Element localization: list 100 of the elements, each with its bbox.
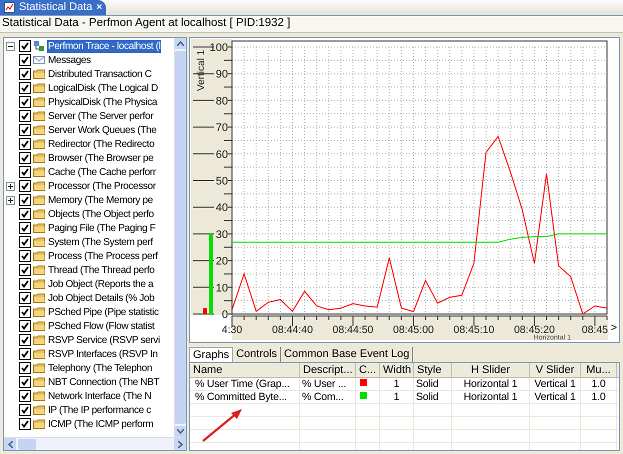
x-tick-label: 08:44:50 [332,324,374,336]
close-icon[interactable]: × [96,0,102,15]
folder-icon [33,390,45,402]
x-tick-label: 4:30 [222,324,242,336]
view-header: Statistical Data - Perfmon Agent at localhost [ PID:1932 ] [0,16,623,33]
tree-item[interactable]: Job Object Details (% Job [47,292,156,304]
checkbox[interactable] [19,348,31,360]
tree-item[interactable]: Objects (The Object perfo [47,208,155,220]
folder-icon [33,208,45,220]
folder-icon [33,376,45,388]
checkbox[interactable] [19,418,31,430]
table-cell: Solid [416,391,438,403]
tree-item[interactable]: RSVP Service (RSVP servi [47,334,161,346]
tree-item[interactable]: Server (The Server perfor [47,110,154,122]
tree-item[interactable]: Browser (The Browser pe [47,152,154,164]
tree-item[interactable]: Thread (The Thread perfo [47,264,156,276]
checkbox[interactable] [19,96,31,108]
tree-item[interactable]: Memory (The Memory pe [47,194,154,206]
column-header[interactable]: Mu... [581,363,617,377]
checkbox[interactable] [19,236,31,248]
checkbox[interactable] [19,250,31,262]
scroll-right-arrow[interactable]: > [610,320,617,336]
expand-icon[interactable] [6,182,15,190]
tree-item[interactable]: Cache (The Cache perforr [47,166,157,178]
collapse-icon[interactable] [6,42,15,50]
tree-item[interactable]: Redirector (The Redirecto [47,138,156,150]
folder-icon [33,166,45,178]
y-tick-label: 10 [216,282,228,294]
tree-item[interactable]: Paging File (The Paging F [47,222,156,234]
tree-item[interactable]: Messages [47,54,92,66]
tree-item[interactable]: LogicalDisk (The Logical D [47,82,159,94]
tree-item[interactable]: Perfmon Trace - localhost (l [47,40,162,52]
checkbox[interactable] [19,334,31,346]
folder-icon [33,404,45,416]
envelope-icon [33,54,45,66]
tree-item[interactable]: NBT Connection (The NBT [47,376,160,388]
column-header[interactable]: Name [190,363,300,377]
folder-icon [33,278,45,290]
tree-item[interactable]: Processor (The Processor [47,180,157,192]
checkbox[interactable] [19,166,31,178]
table-cell: % Com... [302,391,344,403]
folder-icon [33,96,45,108]
y-tick-label: 70 [216,122,228,134]
expand-icon[interactable] [6,196,15,204]
x-tick-label: 08:45 [582,324,608,336]
y-tick-label: 60 [216,148,228,161]
horizontal-scrollbar[interactable] [4,437,186,450]
checkbox[interactable] [19,82,31,94]
folder-icon [33,264,45,276]
y-tick-label: 80 [216,95,228,108]
checkbox[interactable] [19,68,31,80]
tree-item[interactable]: Job Object (Reports the a [47,278,154,290]
tree-item[interactable]: Network Interface (The N [47,390,152,402]
panel-tab[interactable]: Graphs [189,347,234,362]
checkbox[interactable] [19,208,31,220]
table-cell: % User Time (Grap... [195,378,290,390]
checkbox[interactable] [19,306,31,318]
checkbox[interactable] [19,222,31,234]
checkbox[interactable] [19,320,31,332]
scroll-right-icon[interactable] [174,438,186,450]
checkbox[interactable] [19,292,31,304]
column-header[interactable]: V Slider [530,363,581,377]
checkbox[interactable] [19,138,31,150]
tree-item[interactable]: PSched Flow (Flow statist [47,320,156,332]
scroll-up-icon[interactable] [175,38,186,49]
tree-item[interactable]: Distributed Transaction C [47,68,153,80]
checkbox[interactable] [19,264,31,276]
column-header[interactable]: C... [356,363,380,377]
checkbox[interactable] [19,40,31,52]
checkbox[interactable] [19,152,31,164]
checkbox[interactable] [19,362,31,374]
tree-item[interactable]: ICMP (The ICMP perform [47,418,154,430]
column-header[interactable]: H Slider [452,363,530,377]
checkbox[interactable] [19,194,31,206]
tree-item[interactable]: IP (The IP performance c [47,404,152,416]
checkbox[interactable] [19,110,31,122]
checkbox[interactable] [19,54,31,66]
tree-item[interactable]: Process (The Process perf [47,250,159,262]
view-tab[interactable]: Statistical Data × [0,0,106,15]
tree-item[interactable]: PhysicalDisk (The Physica [47,96,158,108]
tree-item[interactable]: Server Work Queues (The [47,124,158,136]
scroll-left-icon[interactable] [4,438,16,450]
y-tick-label: 90 [216,68,228,81]
scroll-down-icon[interactable] [175,426,186,437]
folder-icon [33,180,45,192]
tree-item[interactable]: RSVP Interfaces (RSVP In [47,348,159,360]
checkbox[interactable] [19,278,31,290]
column-header[interactable]: Descript... [300,363,356,377]
tree-item[interactable]: PSched Pipe (Pipe statistic [47,306,160,318]
column-header[interactable]: Width [380,363,414,377]
checkbox[interactable] [19,376,31,388]
scroll-thumb[interactable] [18,438,36,450]
checkbox[interactable] [19,390,31,402]
tree-item[interactable]: Telephony (The Telephon [47,362,154,374]
folder-icon [33,348,45,360]
checkbox[interactable] [19,124,31,136]
tree-item[interactable]: System (The System perf [47,236,154,248]
checkbox[interactable] [19,404,31,416]
checkbox[interactable] [19,180,31,192]
column-header[interactable]: Style [414,363,452,377]
